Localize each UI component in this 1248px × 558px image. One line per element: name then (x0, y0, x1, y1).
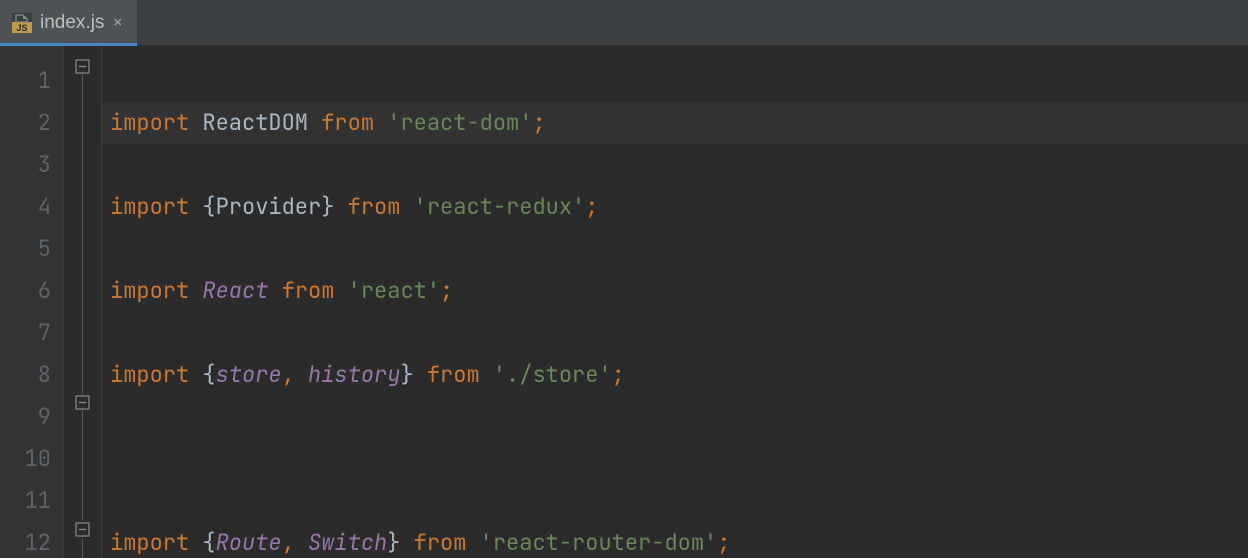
fold-toggle-icon[interactable] (74, 58, 91, 75)
tab-index-js[interactable]: JS index.js × (0, 0, 137, 45)
fold-toggle-icon[interactable] (74, 394, 91, 411)
keyword-import: import (110, 108, 189, 137)
string-literal: 'react-router-dom' (480, 528, 718, 557)
line-number: 10 (0, 438, 51, 480)
line-number: 9 (0, 396, 51, 438)
string-literal: 'react-dom' (387, 108, 532, 137)
line-number: 1 (0, 60, 51, 102)
code-line: import React from 'react'; (110, 270, 1248, 312)
comma: , (282, 360, 295, 389)
keyword-from: from (282, 276, 335, 305)
semicolon: ; (532, 108, 545, 137)
brace: { (202, 360, 215, 389)
identifier: Provider (216, 192, 322, 221)
code-line: import {Provider} from 'react-redux'; (110, 186, 1248, 228)
line-number: 8 (0, 354, 51, 396)
line-number: 7 (0, 312, 51, 354)
keyword-import: import (110, 528, 189, 557)
line-number: 4 (0, 186, 51, 228)
identifier: React (202, 276, 268, 305)
code-area[interactable]: import ReactDOM from 'react-dom'; import… (102, 46, 1248, 558)
string-literal: './store' (493, 360, 612, 389)
identifier: store (216, 360, 282, 389)
js-file-icon: JS (12, 13, 32, 33)
fold-gutter (64, 46, 102, 558)
line-number: 11 (0, 480, 51, 522)
line-number: 2 (0, 102, 51, 144)
identifier: history (308, 360, 400, 389)
brace: { (202, 528, 215, 557)
code-line: import {Route, Switch} from 'react-route… (110, 522, 1248, 558)
keyword-from: from (321, 108, 374, 137)
string-literal: 'react' (348, 276, 440, 305)
line-number: 5 (0, 228, 51, 270)
brace: { (202, 192, 215, 221)
svg-text:JS: JS (16, 23, 27, 33)
keyword-import: import (110, 192, 189, 221)
tab-filename: index.js (40, 12, 104, 34)
identifier: Route (216, 528, 282, 557)
line-number: 6 (0, 270, 51, 312)
identifier: ReactDOM (202, 108, 308, 137)
brace: } (387, 528, 400, 557)
identifier: Switch (308, 528, 387, 557)
semicolon: ; (717, 528, 730, 557)
brace: } (400, 360, 413, 389)
comma: , (282, 528, 295, 557)
semicolon: ; (612, 360, 625, 389)
keyword-from: from (348, 192, 401, 221)
line-number: 12 (0, 522, 51, 558)
line-number: 3 (0, 144, 51, 186)
keyword-from: from (427, 360, 480, 389)
fold-toggle-icon[interactable] (74, 521, 91, 538)
code-editor[interactable]: 1 2 3 4 5 6 7 8 9 10 11 12 import ReactD… (0, 46, 1248, 558)
line-number-gutter: 1 2 3 4 5 6 7 8 9 10 11 12 (0, 46, 64, 558)
semicolon: ; (440, 276, 453, 305)
keyword-import: import (110, 360, 189, 389)
code-line: import ReactDOM from 'react-dom'; (102, 102, 1248, 144)
string-literal: 'react-redux' (414, 192, 586, 221)
semicolon: ; (585, 192, 598, 221)
close-icon[interactable]: × (112, 14, 123, 32)
fold-guide-line (82, 60, 83, 558)
keyword-from: from (414, 528, 467, 557)
code-line (110, 438, 1248, 480)
tab-bar: JS index.js × (0, 0, 1248, 46)
keyword-import: import (110, 276, 189, 305)
brace: } (321, 192, 334, 221)
code-line: import {store, history} from './store'; (110, 354, 1248, 396)
